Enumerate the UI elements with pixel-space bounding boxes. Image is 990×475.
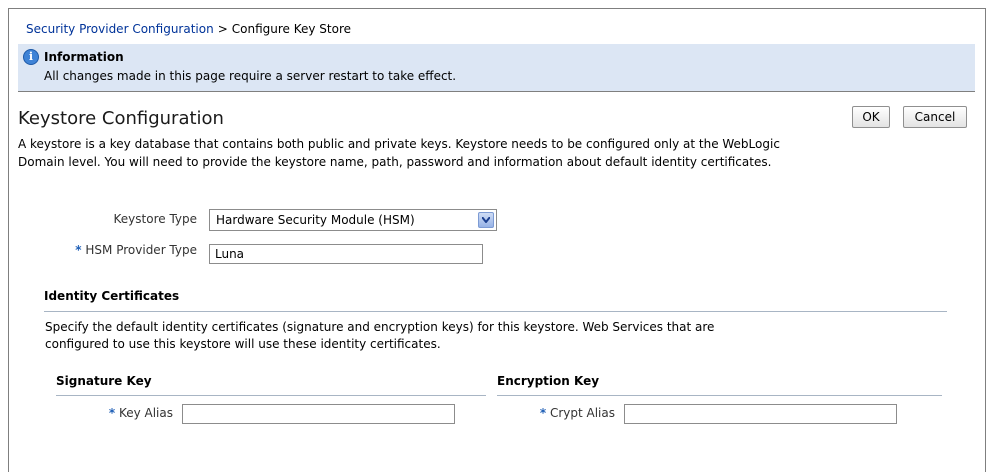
identity-divider [44, 311, 947, 312]
ok-button[interactable]: OK [852, 106, 890, 128]
hsm-provider-type-label: * HSM Provider Type [20, 243, 197, 257]
info-title: Information [44, 50, 124, 64]
crypt-alias-input[interactable] [624, 404, 897, 424]
identity-certificates-title: Identity Certificates [44, 289, 180, 303]
page-title: Keystore Configuration [18, 108, 224, 129]
keystore-description-line: Domain level. You will need to provide t… [18, 155, 772, 169]
info-message-box: i Information All changes made in this p… [18, 44, 975, 92]
breadcrumb-link-security-provider[interactable]: Security Provider Configuration [26, 22, 214, 36]
key-alias-label: * Key Alias [60, 406, 173, 420]
key-alias-input[interactable] [182, 404, 455, 424]
keystore-type-select[interactable]: Hardware Security Module (HSM) [209, 209, 497, 231]
encryption-divider [497, 395, 942, 396]
breadcrumb-separator: > [217, 22, 228, 36]
signature-key-title: Signature Key [56, 374, 152, 388]
crypt-alias-label: * Crypt Alias [497, 406, 615, 420]
encryption-key-title: Encryption Key [497, 374, 600, 388]
required-icon: * [539, 406, 547, 420]
breadcrumb-current: Configure Key Store [231, 22, 352, 36]
keystore-description: A keystore is a key database that contai… [18, 135, 978, 171]
identity-description: Specify the default identity certificate… [45, 319, 925, 353]
hsm-provider-type-input[interactable] [209, 244, 483, 264]
keystore-description-line: A keystore is a key database that contai… [18, 137, 780, 151]
identity-description-line: Specify the default identity certificate… [45, 320, 715, 334]
keystore-type-value: Hardware Security Module (HSM) [216, 213, 415, 227]
key-alias-label-text: Key Alias [118, 406, 173, 420]
breadcrumb: Security Provider Configuration > Configur… [26, 22, 351, 36]
hsm-provider-type-label-text: HSM Provider Type [85, 243, 197, 257]
info-message: All changes made in this page require a … [44, 69, 457, 83]
identity-description-line: configured to use this keystore will use… [45, 337, 441, 351]
info-icon: i [23, 49, 39, 65]
required-icon: * [75, 243, 82, 257]
crypt-alias-label-text: Crypt Alias [549, 406, 615, 420]
required-icon: * [108, 406, 116, 420]
keystore-type-label: Keystore Type [113, 212, 197, 226]
cancel-button[interactable]: Cancel [903, 106, 967, 128]
chevron-down-icon[interactable] [478, 212, 494, 228]
signature-divider [56, 395, 486, 396]
